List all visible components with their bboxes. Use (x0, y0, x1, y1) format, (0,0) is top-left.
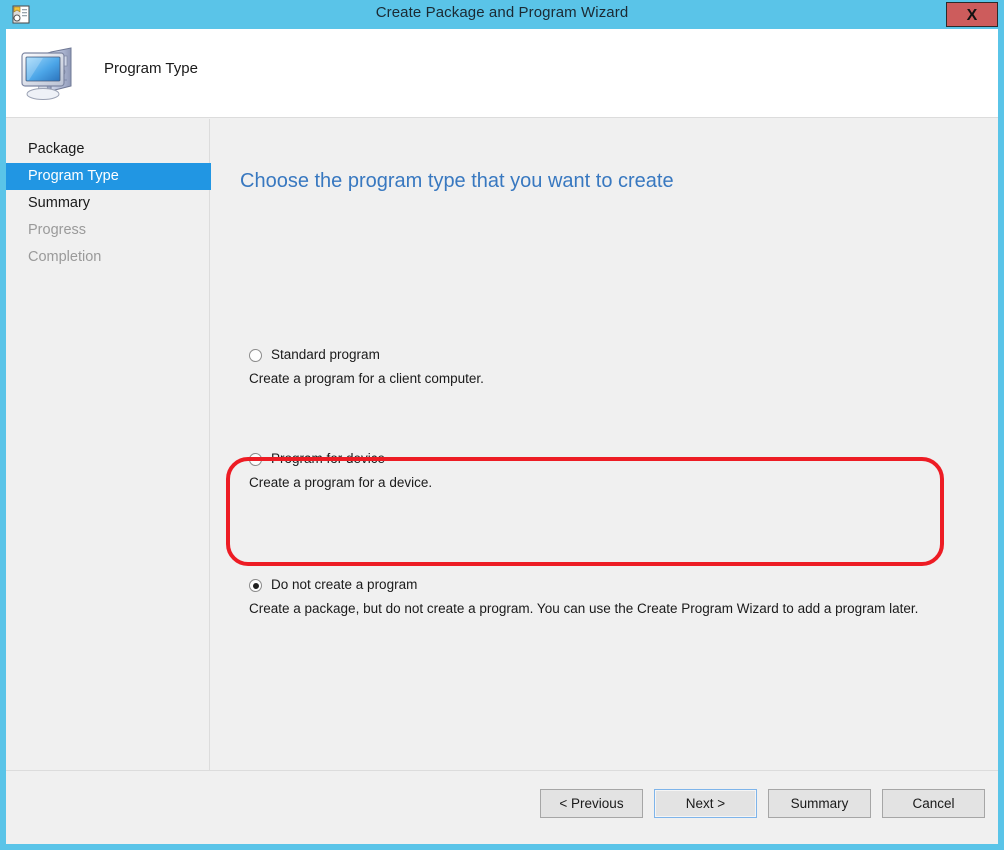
title-bar: Create Package and Program Wizard X (0, 0, 1004, 29)
option-do-not-create-a-program-row[interactable]: Do not create a program (241, 577, 961, 597)
summary-button[interactable]: Summary (768, 789, 871, 818)
window-client-area: Program Type Package Program Type Summar… (6, 29, 998, 844)
wizard-window: Create Package and Program Wizard X (0, 0, 1004, 850)
wizard-step-sidebar: Package Program Type Summary Progress Co… (6, 119, 210, 844)
wizard-content-pane: Choose the program type that you want to… (211, 119, 998, 844)
radio-do-not-create-a-program[interactable] (249, 579, 262, 592)
previous-button[interactable]: < Previous (540, 789, 643, 818)
option-standard-program-description: Create a program for a client computer. (249, 371, 484, 386)
sidebar-item-package[interactable]: Package (6, 136, 209, 163)
option-standard-program-label: Standard program (271, 347, 380, 362)
next-button[interactable]: Next > (654, 789, 757, 818)
radio-standard-program[interactable] (249, 349, 262, 362)
red-highlight-annotation (226, 457, 944, 566)
wizard-banner: Program Type (6, 29, 998, 118)
option-standard-program[interactable]: Standard program Create a program for a … (241, 347, 961, 367)
cancel-button[interactable]: Cancel (882, 789, 985, 818)
option-program-for-device-label: Program for device (271, 451, 385, 466)
computer-icon (19, 42, 83, 104)
page-title: Program Type (104, 60, 198, 77)
option-program-for-device-row[interactable]: Program for device (241, 451, 961, 471)
option-do-not-create-a-program-label: Do not create a program (271, 577, 417, 592)
window-title: Create Package and Program Wizard (0, 4, 1004, 21)
sidebar-item-completion: Completion (6, 244, 209, 271)
sidebar-item-program-type[interactable]: Program Type (6, 163, 232, 190)
option-do-not-create-a-program[interactable]: Do not create a program Create a package… (241, 577, 961, 597)
radio-program-for-device[interactable] (249, 453, 262, 466)
close-icon[interactable]: X (946, 2, 998, 27)
wizard-footer: < Previous Next > Summary Cancel (6, 770, 998, 844)
option-do-not-create-a-program-description: Create a package, but do not create a pr… (249, 601, 918, 616)
sidebar-item-summary[interactable]: Summary (6, 190, 209, 217)
option-standard-program-row[interactable]: Standard program (241, 347, 961, 367)
footer-button-group: < Previous Next > Summary Cancel (540, 789, 985, 818)
option-program-for-device[interactable]: Program for device Create a program for … (241, 451, 961, 471)
sidebar-item-progress: Progress (6, 217, 209, 244)
option-program-for-device-description: Create a program for a device. (249, 475, 432, 490)
content-heading: Choose the program type that you want to… (240, 170, 674, 193)
